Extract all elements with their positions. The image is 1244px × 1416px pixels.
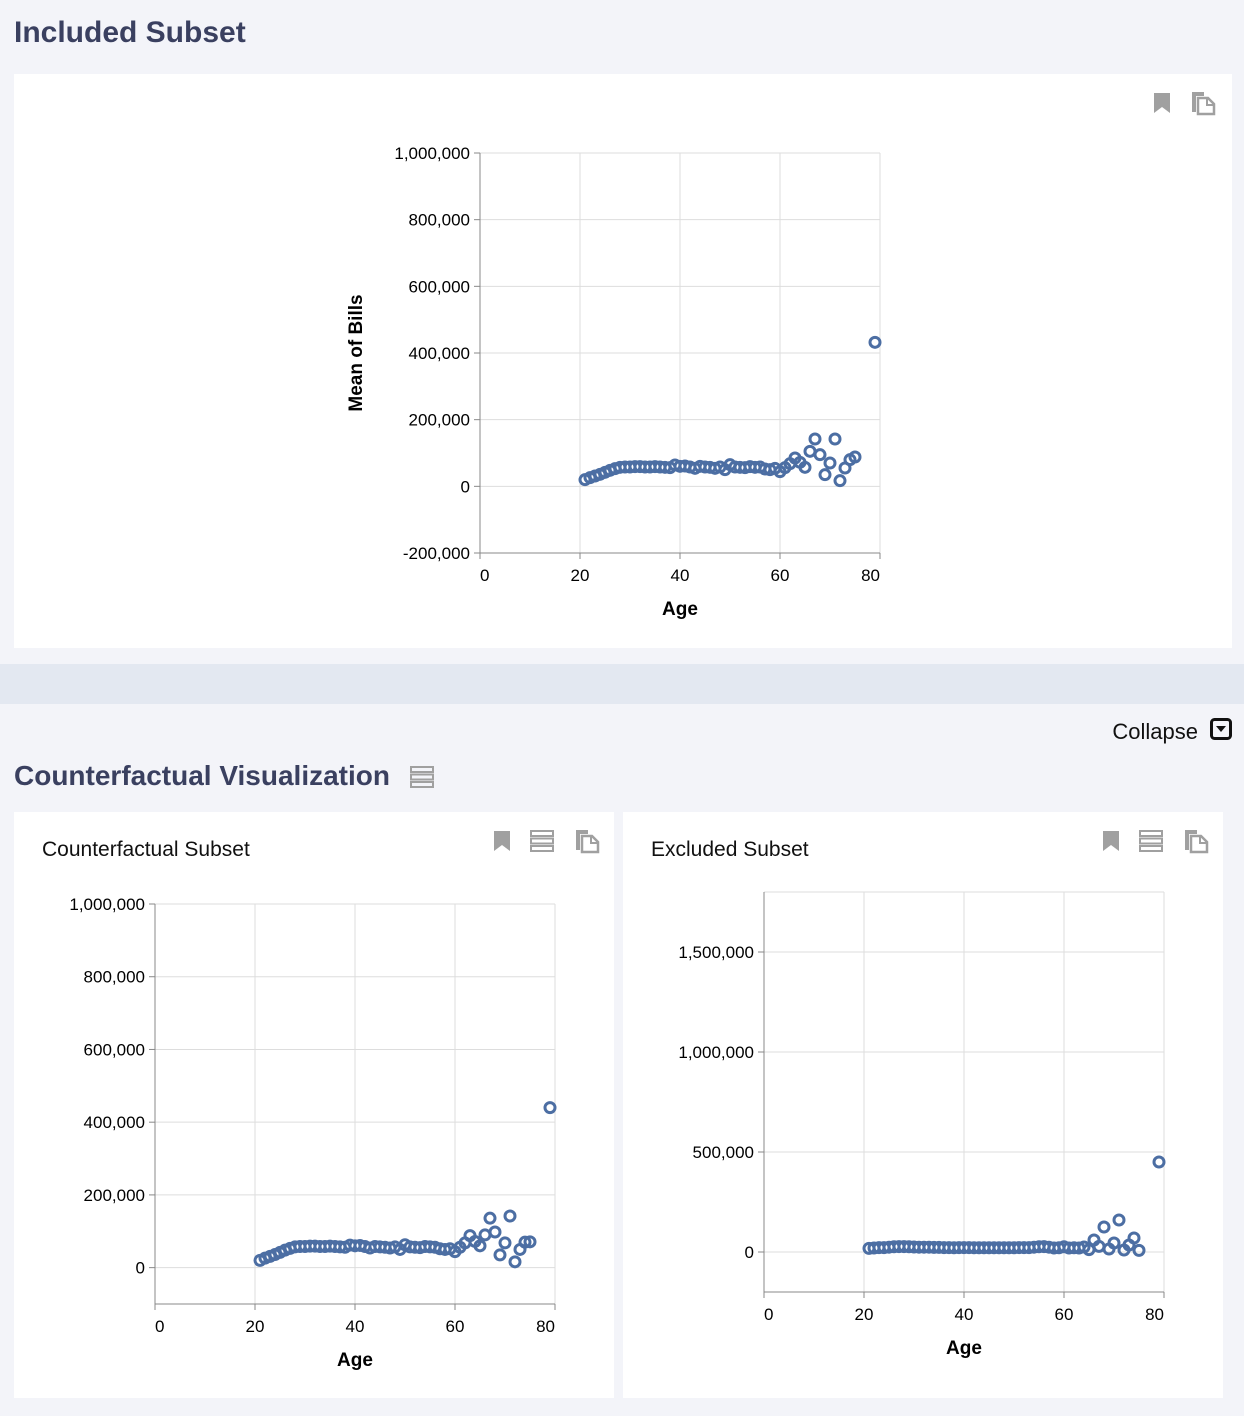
included-scatter-chart: 0 20 40 60 80 -200,000 0 200,000 400,000 600,000 8… (346, 144, 882, 620)
x-tick-label: 60 (446, 1317, 465, 1336)
x-axis-title: Age (337, 1350, 373, 1371)
y-tick-label: 1,500,000 (678, 943, 754, 962)
x-tick-label: 0 (155, 1317, 164, 1336)
included-chart-card: 0 20 40 60 80 -200,000 0 200,000 400,000 600,000 8… (14, 74, 1232, 648)
chevron-down-icon (1210, 718, 1232, 745)
y-tick-label: 400,000 (84, 1113, 145, 1132)
data-point[interactable] (483, 1211, 497, 1225)
y-tick-label: 0 (745, 1243, 754, 1262)
data-point[interactable] (1132, 1243, 1146, 1257)
y-axis-title: Mean of Bills (346, 294, 367, 411)
data-point[interactable] (493, 1248, 507, 1262)
y-tick-label: 500,000 (693, 1143, 754, 1162)
data-point[interactable] (1152, 1155, 1166, 1169)
list-icon[interactable] (410, 766, 434, 793)
counterfactual-scatter-chart: 0 20 40 60 80 0 200,000 400,000 600,000 800,000 1,… (69, 895, 557, 1371)
data-point[interactable] (1112, 1213, 1126, 1227)
excluded-chart-card: Excluded Subset 0 20 40 60 80 0 500,000 1,000,0… (623, 812, 1223, 1398)
x-tick-label: 80 (861, 566, 880, 585)
y-tick-label: 200,000 (409, 411, 470, 430)
data-point[interactable] (508, 1255, 522, 1269)
y-tick-label: 1,000,000 (69, 895, 145, 914)
counterfactual-visualization-title: Counterfactual Visualization (14, 760, 390, 791)
x-axis-title: Age (946, 1338, 982, 1359)
y-tick-label: 800,000 (84, 968, 145, 987)
data-point[interactable] (823, 456, 837, 470)
data-point[interactable] (818, 468, 832, 482)
x-tick-label: 60 (771, 566, 790, 585)
y-tick-label: 1,000,000 (394, 144, 470, 163)
y-tick-label: 600,000 (409, 277, 470, 296)
collapse-button[interactable]: Collapse (1112, 718, 1232, 745)
y-tick-label: 800,000 (409, 211, 470, 230)
data-point[interactable] (798, 460, 812, 474)
x-tick-label: 40 (346, 1317, 365, 1336)
data-point[interactable] (833, 474, 847, 488)
data-point[interactable] (813, 448, 827, 462)
data-point[interactable] (503, 1209, 517, 1223)
data-point[interactable] (478, 1228, 492, 1242)
collapse-label: Collapse (1112, 718, 1198, 744)
y-tick-label: -200,000 (403, 544, 470, 563)
x-tick-label: 80 (1145, 1305, 1164, 1324)
data-point[interactable] (498, 1236, 512, 1250)
x-tick-label: 40 (671, 566, 690, 585)
x-tick-label: 20 (855, 1305, 874, 1324)
data-point[interactable] (1107, 1236, 1121, 1250)
y-tick-label: 200,000 (84, 1186, 145, 1205)
excluded-scatter-chart: 0 20 40 60 80 0 500,000 1,000,000 1,500,000 Age (678, 891, 1166, 1359)
x-tick-label: 20 (246, 1317, 265, 1336)
x-tick-label: 0 (764, 1305, 773, 1324)
data-point[interactable] (1127, 1231, 1141, 1245)
x-tick-label: 0 (480, 566, 489, 585)
y-tick-label: 0 (136, 1259, 145, 1278)
y-tick-label: 600,000 (84, 1040, 145, 1059)
y-tick-label: 400,000 (409, 344, 470, 363)
counterfactual-chart-card: Counterfactual Subset 0 20 40 60 80 0 200,000 4… (14, 812, 614, 1398)
included-subset-title: Included Subset (14, 16, 246, 49)
data-point[interactable] (808, 432, 822, 446)
data-point[interactable] (868, 335, 882, 349)
data-point[interactable] (828, 432, 842, 446)
x-tick-label: 20 (571, 566, 590, 585)
y-tick-label: 0 (461, 477, 470, 496)
data-point[interactable] (1097, 1220, 1111, 1234)
x-tick-label: 60 (1055, 1305, 1074, 1324)
x-tick-label: 80 (536, 1317, 555, 1336)
y-tick-label: 1,000,000 (678, 1043, 754, 1062)
x-axis-title: Age (662, 599, 698, 620)
data-point[interactable] (543, 1101, 557, 1115)
data-point[interactable] (473, 1239, 487, 1253)
data-point[interactable] (803, 444, 817, 458)
section-divider (0, 664, 1244, 704)
data-point[interactable] (488, 1225, 502, 1239)
x-tick-label: 40 (955, 1305, 974, 1324)
